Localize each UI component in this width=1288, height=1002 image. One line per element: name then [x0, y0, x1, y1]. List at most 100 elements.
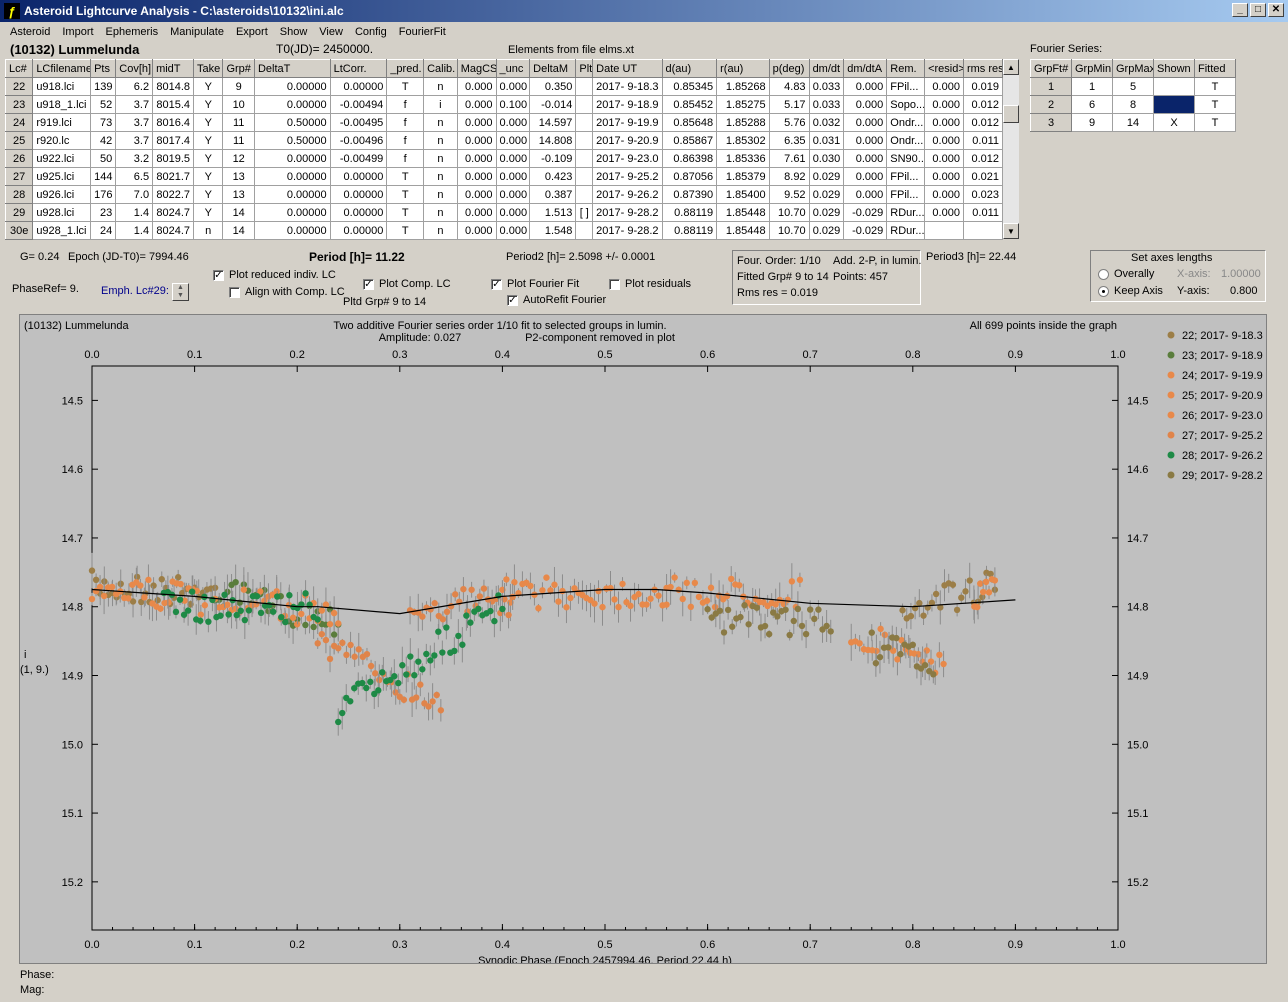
table-cell[interactable]: 0.000: [924, 149, 964, 168]
menu-view[interactable]: View: [313, 26, 349, 38]
menu-asteroid[interactable]: Asteroid: [4, 26, 56, 38]
plot-fourier-checkbox[interactable]: ✓ Plot Fourier Fit: [491, 278, 579, 290]
table-cell[interactable]: [575, 95, 594, 114]
table-cell[interactable]: T: [386, 221, 425, 240]
table-cell[interactable]: 3.7: [115, 113, 154, 132]
table-cell[interactable]: n: [423, 167, 458, 186]
table-cell[interactable]: 0.423: [529, 167, 577, 186]
table-cell[interactable]: 73: [90, 113, 117, 132]
table-cell[interactable]: 8022.7: [152, 185, 195, 204]
fourier-series-table[interactable]: GrpFt# GrpMin GrpMax Shown Fitted 1 1 5 T 2 6 8 T 3 9 1…: [1030, 59, 1236, 132]
table-cell[interactable]: 10.70: [768, 221, 810, 240]
row-header[interactable]: 23: [4, 95, 34, 114]
table-cell[interactable]: n: [423, 185, 458, 204]
row-header[interactable]: 28: [4, 185, 34, 204]
table-row[interactable]: 27 u925.lci 144 6.5 8021.7 Y 13 0.00000 0.00000 T…: [4, 167, 1004, 186]
menu-fourierfit[interactable]: FourierFit: [393, 26, 452, 38]
table-cell[interactable]: 14.597: [529, 113, 577, 132]
table-scrollbar[interactable]: ▲ ▼: [1003, 59, 1019, 239]
table-cell[interactable]: 0.100: [495, 95, 531, 114]
table-cell[interactable]: 0.000: [456, 95, 497, 114]
table-cell[interactable]: Y: [193, 113, 224, 132]
table-cell[interactable]: 0.012: [962, 113, 1004, 132]
table-cell[interactable]: 0.000: [843, 185, 888, 204]
table-cell[interactable]: n: [193, 221, 224, 240]
table-cell[interactable]: 5: [1112, 77, 1154, 96]
column-header[interactable]: _unc: [495, 59, 531, 78]
column-header[interactable]: midT: [152, 59, 195, 78]
menu-export[interactable]: Export: [230, 26, 274, 38]
column-header[interactable]: LCfilename: [32, 59, 92, 78]
table-cell[interactable]: 9.52: [768, 185, 810, 204]
table-cell[interactable]: 1.85302: [716, 131, 770, 150]
table-cell[interactable]: 8024.7: [152, 203, 195, 222]
table-cell[interactable]: 0.032: [808, 113, 845, 132]
table-row[interactable]: 22 u918.lci 139 6.2 8014.8 Y 9 0.00000 0.00000 Tn…: [4, 77, 1004, 96]
table-cell[interactable]: T: [386, 167, 425, 186]
table-cell[interactable]: f: [386, 95, 425, 114]
table-cell[interactable]: 0.000: [924, 77, 964, 96]
table-cell[interactable]: 8019.5: [152, 149, 195, 168]
table-cell[interactable]: 0.033: [808, 95, 845, 114]
table-cell[interactable]: 0.000: [843, 95, 888, 114]
column-header[interactable]: Date UT: [592, 59, 663, 78]
table-cell[interactable]: RDur...: [886, 203, 926, 222]
table-cell[interactable]: 0.87056: [661, 167, 718, 186]
table-cell[interactable]: 0.030: [808, 149, 845, 168]
table-cell[interactable]: 0.000: [456, 149, 497, 168]
menu-import[interactable]: Import: [56, 26, 99, 38]
table-cell[interactable]: 9: [222, 77, 255, 96]
table-cell[interactable]: FPil...: [886, 185, 926, 204]
table-cell[interactable]: 0.011: [962, 203, 1004, 222]
table-cell[interactable]: 0.50000: [253, 131, 331, 150]
table-cell[interactable]: r920.lc: [32, 131, 92, 150]
table-cell[interactable]: 0.00000: [329, 77, 388, 96]
table-cell[interactable]: -0.00495: [329, 113, 388, 132]
table-cell[interactable]: [575, 131, 594, 150]
table-cell[interactable]: 2017- 9-18.3: [592, 77, 663, 96]
column-header[interactable]: Calib.: [423, 59, 458, 78]
column-header[interactable]: _pred.: [386, 59, 425, 78]
table-cell[interactable]: f: [386, 149, 425, 168]
menu-manipulate[interactable]: Manipulate: [164, 26, 230, 38]
table-cell[interactable]: [575, 77, 594, 96]
table-cell[interactable]: 5.17: [768, 95, 810, 114]
table-cell[interactable]: [1153, 77, 1195, 96]
table-cell[interactable]: 8017.4: [152, 131, 195, 150]
table-cell[interactable]: 0.000: [843, 149, 888, 168]
table-cell[interactable]: Y: [193, 185, 224, 204]
table-cell[interactable]: 2017- 9-25.2: [592, 167, 663, 186]
table-cell[interactable]: 2017- 9-23.0: [592, 149, 663, 168]
table-cell[interactable]: 7.0: [115, 185, 154, 204]
table-cell[interactable]: 1.4: [115, 203, 154, 222]
table-cell[interactable]: Ondr...: [886, 131, 926, 150]
table-cell[interactable]: 11: [222, 131, 255, 150]
table-cell[interactable]: 0.00000: [253, 221, 331, 240]
column-header[interactable]: MagCS: [456, 59, 497, 78]
table-cell[interactable]: 0.000: [495, 113, 531, 132]
table-cell[interactable]: 2017- 9-28.2: [592, 203, 663, 222]
row-header[interactable]: 24: [4, 113, 34, 132]
table-cell[interactable]: 1.85275: [716, 95, 770, 114]
table-cell[interactable]: 0.012: [962, 149, 1004, 168]
table-cell[interactable]: 0.350: [529, 77, 577, 96]
table-cell[interactable]: 0.00000: [329, 185, 388, 204]
lightcurve-graph[interactable]: 0.0 0.0 0.1 0.1 0.2 0.2 0.3 0.3 0.4 0.4 0.5 0.5 0.6 0…: [19, 314, 1267, 964]
column-header[interactable]: d(au): [661, 59, 718, 78]
column-header[interactable]: dm/dtA: [843, 59, 888, 78]
overally-radio[interactable]: Overally: [1098, 268, 1154, 280]
table-cell[interactable]: [924, 221, 964, 240]
table-cell[interactable]: X: [1153, 113, 1195, 132]
table-cell[interactable]: 0.00000: [329, 203, 388, 222]
table-cell[interactable]: T: [386, 203, 425, 222]
table-cell[interactable]: [575, 185, 594, 204]
table-cell[interactable]: 0.50000: [253, 113, 331, 132]
table-cell[interactable]: 0.00000: [253, 95, 331, 114]
table-cell[interactable]: [575, 167, 594, 186]
table-cell[interactable]: u925.lci: [32, 167, 92, 186]
table-cell[interactable]: 0.029: [808, 185, 845, 204]
column-header[interactable]: Plt: [575, 59, 594, 78]
table-cell[interactable]: 8: [1112, 95, 1154, 114]
table-cell[interactable]: 11: [222, 113, 255, 132]
table-cell[interactable]: 0.000: [495, 167, 531, 186]
